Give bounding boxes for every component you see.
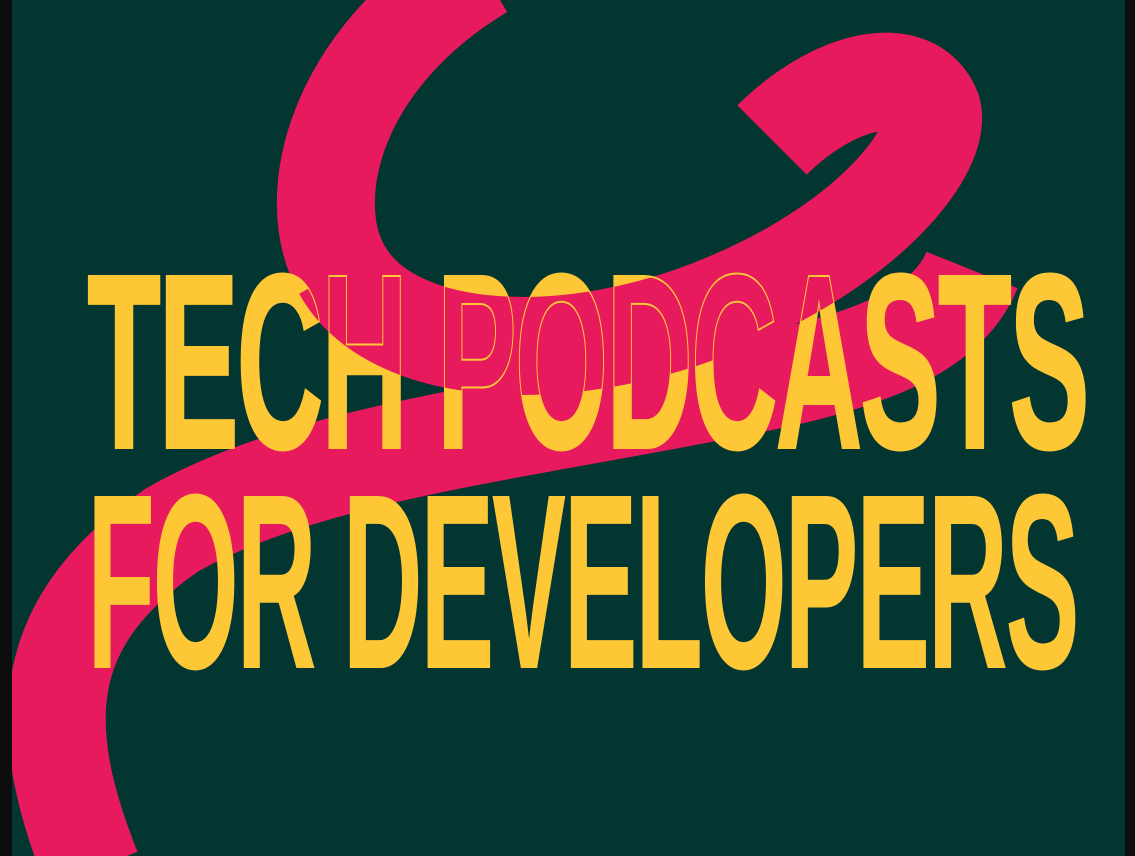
podcast-cover-art: TECH PODCASTS TECH PODCASTS FOR DEVELOPE… [0,0,1135,856]
cover-panel: TECH PODCASTS TECH PODCASTS FOR DEVELOPE… [12,0,1125,856]
headline-line-2: FOR DEVELOPERS [87,442,1077,721]
cover-graphic: TECH PODCASTS TECH PODCASTS FOR DEVELOPE… [12,0,1094,856]
